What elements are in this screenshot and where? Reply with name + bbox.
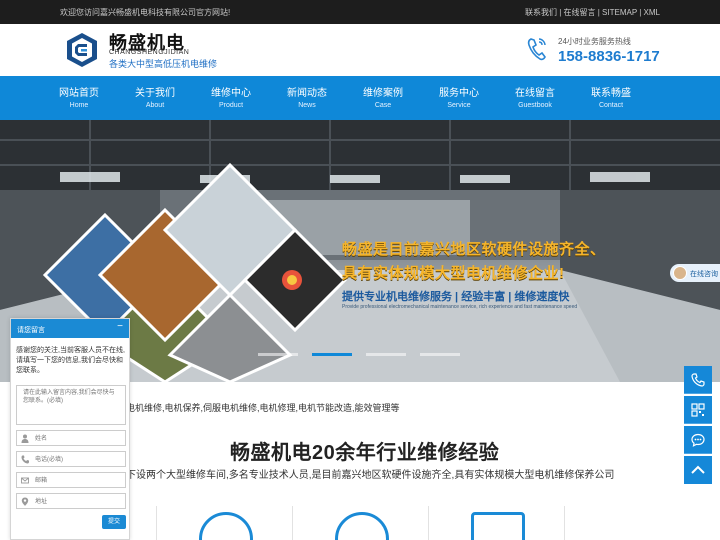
slider-dot-active[interactable]	[312, 353, 352, 356]
nav-label: 维修中心	[211, 88, 251, 99]
hotline-label: 24小时业务服务热线	[558, 37, 631, 46]
avatar	[673, 266, 687, 280]
brand-slogan: 各类大中型高低压机电维修	[109, 59, 218, 69]
email-input[interactable]	[35, 475, 121, 486]
slider-dot[interactable]	[366, 353, 406, 356]
logo-icon[interactable]	[64, 32, 100, 68]
nav-item-case[interactable]: 维修案例 Case	[345, 76, 421, 120]
email-icon	[21, 477, 29, 484]
contact-us-link[interactable]: 联系我们	[525, 8, 557, 17]
brand-pinyin: CHANGSHENGJIDIAN	[109, 49, 190, 56]
side-phone-button[interactable]	[684, 366, 712, 394]
banner-subline: 提供专业机电维修服务 | 经验丰富 | 维修速度快	[342, 291, 570, 303]
nav-item-product[interactable]: 维修中心 Product	[193, 76, 269, 120]
banner-headline-1: 畅盛是目前嘉兴地区软硬件设施齐全、	[342, 241, 606, 258]
back-to-top-icon	[691, 465, 705, 474]
back-to-top-button[interactable]	[684, 456, 712, 484]
minimize-button[interactable]: −	[117, 321, 123, 332]
message-widget-header[interactable]: 请您留言 −	[11, 319, 129, 338]
nav-item-guestbook[interactable]: 在线留言 Guestbook	[497, 76, 573, 120]
service-keywords: 电机维修,电机保养,伺服电机维修,电机修理,电机节能改造,能效管理等	[126, 403, 400, 413]
slider-dot[interactable]	[258, 353, 298, 356]
feature-card[interactable]	[564, 506, 700, 540]
nav-label: 服务中心	[439, 88, 479, 99]
nav-item-news[interactable]: 新闻动态 News	[269, 76, 345, 120]
feature-card[interactable]	[156, 506, 292, 540]
side-qrcode-button[interactable]	[684, 396, 712, 424]
address-field[interactable]	[16, 493, 126, 509]
phone-field[interactable]	[16, 451, 126, 467]
qrcode-icon	[691, 403, 705, 417]
banner-headline-2: 具有实体规模大型电机维修企业!	[342, 265, 565, 282]
side-chat-button[interactable]	[684, 426, 712, 454]
chat-icon	[691, 433, 705, 447]
name-input[interactable]	[35, 433, 121, 444]
message-textarea[interactable]	[16, 385, 126, 425]
phone-input[interactable]	[35, 454, 121, 465]
section-title: 畅盛机电20余年行业维修经验	[230, 442, 500, 464]
nav-sublabel: Guestbook	[518, 102, 552, 109]
nav-sublabel: News	[298, 102, 316, 109]
address-input[interactable]	[35, 496, 121, 507]
message-widget: 请您留言 − 感谢您的关注,当前客服人员不在线,请填写一下您的信息,我们会尽快和…	[10, 318, 130, 540]
phone-icon	[691, 373, 705, 387]
message-widget-title: 请您留言	[17, 327, 45, 334]
guestbook-link[interactable]: 在线留言	[564, 8, 596, 17]
phone-icon	[527, 38, 546, 61]
nav-label: 网站首页	[59, 88, 99, 99]
phone-icon	[21, 455, 29, 464]
header: 畅盛机电 CHANGSHENGJIDIAN 各类大中型高低压机电维修 24小时业…	[0, 24, 720, 76]
nav-sublabel: Contact	[598, 102, 624, 109]
section-description: 下设两个大型维修车间,多名专业技术人员,是目前嘉兴地区软硬件设施齐全,具有实体规…	[126, 470, 615, 481]
xml-link[interactable]: XML	[644, 8, 660, 17]
email-field[interactable]	[16, 472, 126, 488]
feature-icon	[471, 512, 525, 540]
slider-dot[interactable]	[420, 353, 460, 356]
user-icon	[21, 434, 29, 443]
top-links: 联系我们 | 在线留言 | SITEMAP | XML	[525, 7, 660, 18]
feature-icon	[199, 512, 253, 540]
nav-item-contact[interactable]: 联系畅盛 Contact	[573, 76, 649, 120]
nav-label: 维修案例	[363, 88, 403, 99]
welcome-text: 欢迎您访问嘉兴畅盛机电科技有限公司官方网站!	[60, 8, 231, 17]
name-field[interactable]	[16, 430, 126, 446]
nav-sublabel: Home	[69, 102, 89, 109]
location-icon	[21, 497, 29, 506]
nav-label: 关于我们	[135, 88, 175, 99]
nav-item-home[interactable]: 网站首页 Home	[41, 76, 117, 120]
nav-item-service[interactable]: 服务中心 Service	[421, 76, 497, 120]
top-bar: 欢迎您访问嘉兴畅盛机电科技有限公司官方网站! 联系我们 | 在线留言 | SIT…	[0, 0, 720, 24]
online-consult-label: 在线咨询	[690, 271, 718, 278]
hotline-number[interactable]: 158-8836-1717	[558, 48, 660, 65]
main-nav: 网站首页 Home 关于我们 About 维修中心 Product 新闻动态 News …	[0, 76, 720, 120]
feature-icon	[335, 512, 389, 540]
nav-sublabel: Service	[447, 102, 471, 109]
message-widget-notice: 感谢您的关注,当前客服人员不在线,请填写一下您的信息,我们会尽快和您联系。	[16, 347, 125, 374]
nav-label: 新闻动态	[287, 88, 327, 99]
feature-card[interactable]	[428, 506, 564, 540]
nav-item-about[interactable]: 关于我们 About	[117, 76, 193, 120]
slider-dots	[258, 353, 460, 357]
feature-card[interactable]	[292, 506, 428, 540]
sitemap-link[interactable]: SITEMAP	[602, 8, 637, 17]
submit-button[interactable]: 提交	[102, 515, 126, 529]
online-consult-button[interactable]: 在线咨询	[670, 264, 720, 282]
nav-sublabel: About	[145, 102, 165, 109]
nav-sublabel: Case	[374, 102, 392, 109]
nav-label: 在线留言	[515, 88, 555, 99]
banner-subline-en: Provide professional electromechanical m…	[342, 304, 578, 310]
nav-label: 联系畅盛	[591, 88, 631, 99]
nav-sublabel: Product	[218, 102, 244, 109]
